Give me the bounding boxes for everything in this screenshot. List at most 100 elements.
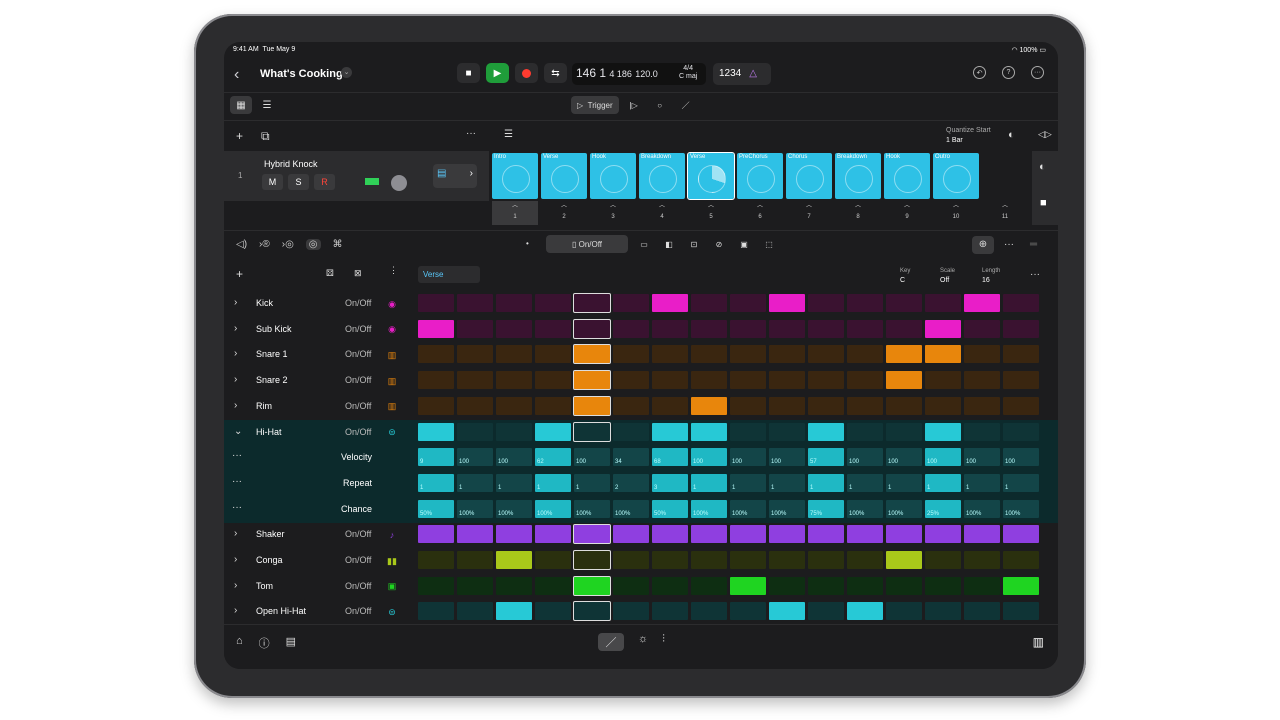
scene-trigger[interactable]: ︿4 [639,201,685,225]
step-cell[interactable] [496,294,532,312]
step-cell[interactable] [769,320,805,338]
sub-step-cell[interactable]: 50% [418,500,454,518]
step-cell[interactable] [535,525,571,543]
scene-trigger[interactable]: ︿3 [590,201,636,225]
step-cell[interactable] [574,320,610,338]
step-cell[interactable] [418,345,454,363]
step-cell[interactable] [847,320,883,338]
speaker-icon[interactable]: ◁) [236,239,247,250]
trigger-mode-button[interactable]: ▷ Trigger [571,96,619,114]
row-name[interactable]: Conga [256,555,283,565]
step-cell[interactable] [574,345,610,363]
sub-step-cell[interactable]: 100 [730,448,766,466]
step-cell[interactable] [808,320,844,338]
step-cell[interactable] [925,525,961,543]
step-cell[interactable] [1003,397,1039,415]
sub-step-cell[interactable]: 100% [886,500,922,518]
step-cell[interactable] [808,397,844,415]
step-cell[interactable] [457,577,493,595]
sub-step-cell[interactable]: 1 [925,474,961,492]
chevron-right-icon[interactable]: › [234,528,237,539]
step-cell[interactable] [730,525,766,543]
step-cell[interactable] [691,551,727,569]
step-cell[interactable] [769,602,805,620]
step-cell[interactable] [925,423,961,441]
step-cell[interactable] [886,320,922,338]
sub-row-label[interactable]: Repeat [224,478,372,488]
select-mode-button[interactable]: ⬚ [760,235,778,253]
sub-step-cell[interactable]: 100% [847,500,883,518]
step-cell[interactable] [691,577,727,595]
step-cell[interactable] [613,423,649,441]
sub-step-cell[interactable]: 3 [652,474,688,492]
step-cell[interactable] [574,602,610,620]
step-cell[interactable] [652,551,688,569]
step-cell[interactable] [808,525,844,543]
row-options-icon[interactable]: ⋮ [389,265,398,276]
clip-chorus[interactable]: Chorus [786,153,832,199]
sub-step-cell[interactable]: 1 [847,474,883,492]
step-cell[interactable] [457,371,493,389]
step-cell[interactable] [457,423,493,441]
step-cell[interactable] [769,397,805,415]
step-cell[interactable] [847,294,883,312]
sub-step-cell[interactable]: 1 [769,474,805,492]
step-cell[interactable] [457,397,493,415]
step-cell[interactable] [574,577,610,595]
scene-trigger[interactable]: ︿5 [688,201,734,225]
step-cell[interactable] [730,397,766,415]
editor-more-icon[interactable]: ··· [1004,239,1014,250]
undo-icon[interactable]: ↶ [973,66,986,79]
sub-step-cell[interactable]: 25% [925,500,961,518]
step-cell[interactable] [496,551,532,569]
sub-step-cell[interactable]: 100 [964,448,1000,466]
step-cell[interactable] [691,294,727,312]
step-cell[interactable] [652,525,688,543]
step-cell[interactable] [769,294,805,312]
sub-step-cell[interactable]: 2 [613,474,649,492]
row-mode-label[interactable]: On/Off [345,529,371,539]
step-cell[interactable] [886,551,922,569]
record-enable-button[interactable]: R [314,174,335,190]
sub-step-cell[interactable]: 1 [886,474,922,492]
chevron-right-icon[interactable]: › [234,323,237,334]
step-cell[interactable] [496,371,532,389]
step-cell[interactable] [769,525,805,543]
step-cell[interactable] [730,602,766,620]
step-cell[interactable] [847,602,883,620]
step-cell[interactable] [925,602,961,620]
step-cell[interactable] [886,423,922,441]
row-name[interactable]: Shaker [256,529,285,539]
step-cell[interactable] [496,397,532,415]
drag-handle-icon[interactable]: ═ [1030,239,1037,250]
step-cell[interactable] [613,525,649,543]
cycle-button[interactable]: ⇆ [544,63,567,83]
scene-trigger[interactable]: ︿2 [541,201,587,225]
step-cell[interactable] [1003,551,1039,569]
step-cell[interactable] [1003,423,1039,441]
scene-trigger[interactable]: ︿11 [982,201,1028,225]
step-cell[interactable] [418,423,454,441]
step-cell[interactable] [925,320,961,338]
step-cell[interactable] [847,423,883,441]
chevron-down-icon[interactable]: ⌄ [234,426,242,437]
clip-hook[interactable]: Hook [884,153,930,199]
plugins-icon[interactable]: ☼ [638,633,648,651]
sub-step-cell[interactable]: 100 [847,448,883,466]
live-loops-view-button[interactable]: ▦ [230,96,252,114]
step-cell[interactable] [886,371,922,389]
mixer-icon[interactable]: ⫶ [662,633,665,651]
step-cell[interactable] [1003,371,1039,389]
step-cell[interactable] [808,602,844,620]
mute-button[interactable]: M [262,174,283,190]
quantize-circle-icon[interactable]: ◐ [1008,129,1015,141]
step-cell[interactable] [808,423,844,441]
step-cell[interactable] [964,525,1000,543]
row-name[interactable]: Tom [256,581,273,591]
sub-step-cell[interactable]: 1 [1003,474,1039,492]
step-cell[interactable] [418,371,454,389]
chevron-right-icon[interactable]: › [234,554,237,565]
sub-step-cell[interactable]: 100 [769,448,805,466]
project-title[interactable]: What's Cooking [260,68,343,80]
step-cell[interactable] [808,345,844,363]
